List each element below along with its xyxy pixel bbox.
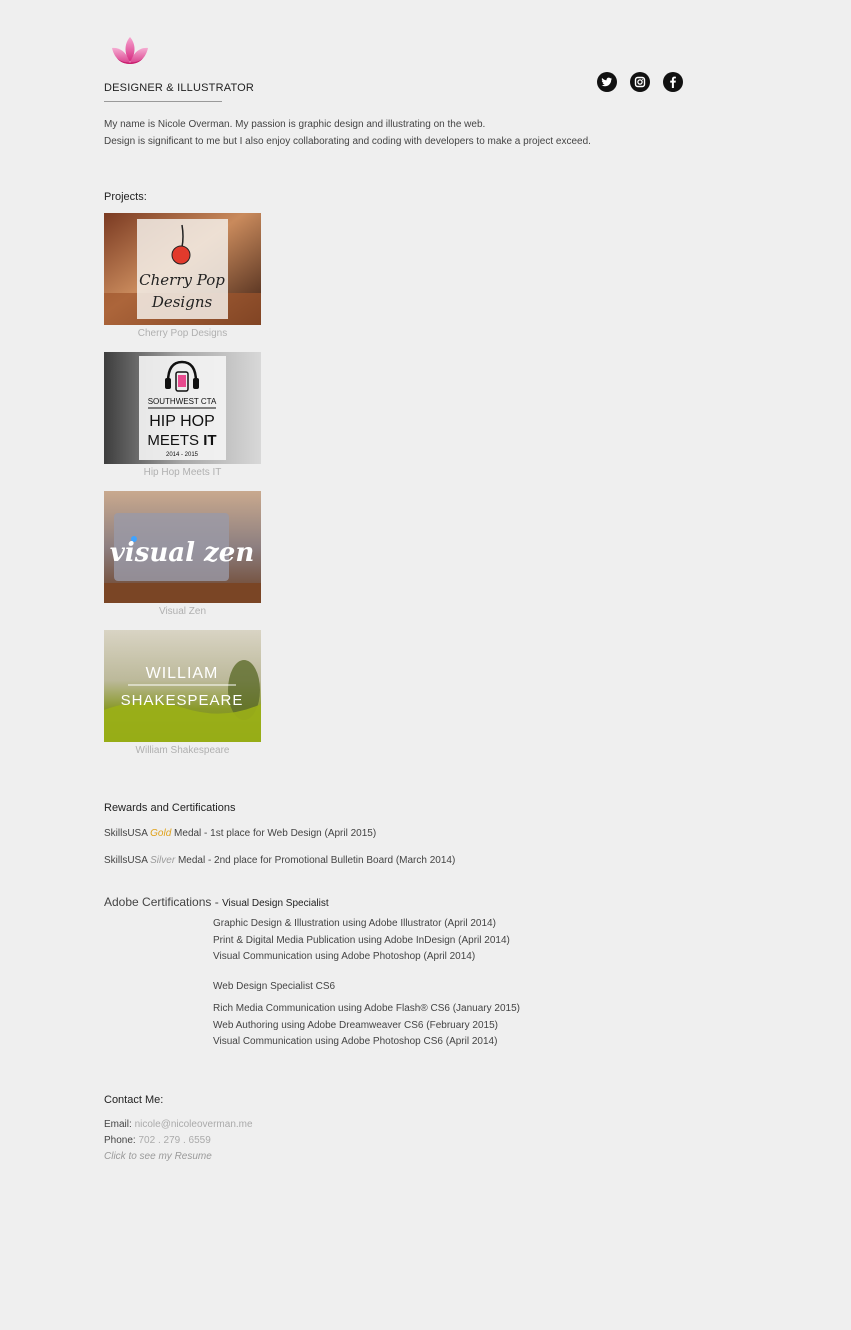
hip-hop-years: 2014 - 2015 [166,452,199,458]
intro-line-1: My name is Nicole Overman. My passion is… [104,119,486,130]
reward-description: Medal - 1st place for Web Design (April … [174,828,377,839]
visual-zen-title: visual zen [110,538,255,568]
hip-hop-subtitle: SOUTHWEST CTA [148,397,217,406]
project-caption[interactable]: William Shakespeare [104,745,261,756]
project-caption[interactable]: Cherry Pop Designs [104,328,261,339]
reward-prefix: SkillsUSA [104,828,148,839]
email-label: Email: [104,1119,135,1130]
instagram-icon[interactable] [630,72,650,92]
projects-heading: Projects: [104,191,147,203]
twitter-icon[interactable] [597,72,617,92]
cert-item: Print & Digital Media Publication using … [213,935,510,946]
email-link[interactable]: nicole@nicoleoverman.me [135,1119,253,1130]
adobe-certifications-label: Adobe Certifications - Visual Design Spe… [104,895,329,909]
intro-line-2: Design is significant to me but I also e… [104,136,591,147]
tagline: DESIGNER & ILLUSTRATOR [104,82,255,94]
facebook-icon[interactable] [663,72,683,92]
lotus-logo-icon[interactable] [108,34,152,68]
cert-item: Visual Communication using Adobe Photosh… [213,951,476,962]
gold-medal-label: Gold [150,828,172,839]
project-thumbnail-shakespeare[interactable]: WILLIAM SHAKESPEARE [104,630,261,742]
project-thumbnail-hip-hop[interactable]: SOUTHWEST CTA HIP HOP MEETS IT 2014 - 20… [104,352,261,464]
contact-email-row: Email: nicole@nicoleoverman.me [104,1119,253,1130]
reward-prefix: SkillsUSA [104,855,148,866]
project-thumbnail-cherry-pop[interactable]: Cherry Pop Designs [104,213,261,325]
svg-text:MEETS IT: MEETS IT [147,432,216,449]
cert-group-heading: Web Design Specialist CS6 [213,981,336,992]
contact-phone-row: Phone: 702 . 279 . 6559 [104,1135,211,1146]
reward-item-silver: SkillsUSA Silver Medal - 2nd place for P… [104,855,455,866]
cert-group-heading: Visual Design Specialist [222,898,329,909]
project-caption[interactable]: Visual Zen [104,606,261,617]
shakespeare-title-line2: SHAKESPEARE [121,692,244,709]
cherry-pop-title-line2: Designs [151,293,213,311]
hip-hop-it: IT [203,432,216,449]
reward-item-gold: SkillsUSA Gold Medal - 1st place for Web… [104,828,376,839]
phone-link[interactable]: 702 . 279 . 6559 [138,1135,210,1146]
cert-item: Rich Media Communication using Adobe Fla… [213,1003,520,1014]
cherry-pop-title-line1: Cherry Pop [139,271,225,289]
shakespeare-title-line1: WILLIAM [146,665,219,682]
adobe-label-text: Adobe Certifications - [104,895,223,909]
tagline-divider [104,101,222,102]
rewards-heading: Rewards and Certifications [104,802,236,814]
intro-text: My name is Nicole Overman. My passion is… [104,116,664,150]
resume-link[interactable]: Click to see my Resume [104,1151,212,1162]
hip-hop-meets: MEETS [147,432,199,449]
hip-hop-title: HIP HOP [149,413,215,430]
phone-label: Phone: [104,1135,139,1146]
silver-medal-label: Silver [150,855,176,866]
cert-item: Graphic Design & Illustration using Adob… [213,918,496,929]
project-thumbnail-visual-zen[interactable]: visual zen [104,491,261,603]
cert-item: Web Authoring using Adobe Dreamweaver CS… [213,1020,498,1031]
reward-description: Medal - 2nd place for Promotional Bullet… [177,855,456,866]
cert-item: Visual Communication using Adobe Photosh… [213,1036,498,1047]
project-caption[interactable]: Hip Hop Meets IT [104,467,261,478]
contact-heading: Contact Me: [104,1094,164,1106]
